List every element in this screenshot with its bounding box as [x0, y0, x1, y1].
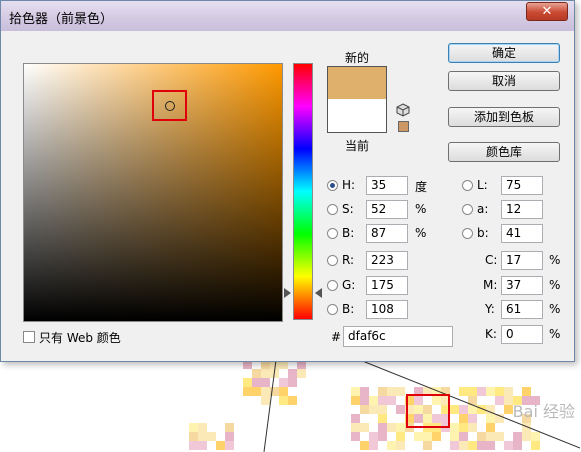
radio-lab-b[interactable] — [462, 228, 473, 239]
current-color-label: 当前 — [345, 139, 370, 153]
yellow-input[interactable]: 61 — [501, 300, 543, 319]
brightness-input[interactable]: 87 — [366, 224, 408, 243]
cyan-input[interactable]: 17 — [501, 251, 543, 270]
black-input[interactable]: 0 — [501, 325, 543, 344]
magenta-unit: % — [549, 278, 561, 292]
radio-blue[interactable] — [327, 304, 338, 315]
red-label: R: — [342, 253, 355, 267]
close-icon: ✕ — [541, 4, 553, 19]
slider-right-arrow-icon[interactable] — [315, 288, 322, 298]
red-input[interactable]: 223 — [366, 251, 408, 270]
radio-green[interactable] — [327, 280, 338, 291]
lab-b-input[interactable]: 41 — [501, 224, 543, 243]
magenta-input[interactable]: 37 — [501, 276, 543, 295]
ok-button[interactable]: 确定 — [448, 43, 560, 63]
out-of-gamut-cube-icon[interactable] — [396, 103, 410, 117]
web-only-label: 只有 Web 颜色 — [39, 331, 121, 345]
color-picker-dialog: 拾色器（前景色） ✕ 新的 当前 确定 取消 添加到色板 颜色库 H: 35 度… — [0, 0, 575, 362]
canvas-pixel — [225, 432, 234, 441]
add-to-swatches-button[interactable]: 添加到色板 — [448, 107, 560, 127]
blue-input[interactable]: 108 — [366, 300, 408, 319]
radio-lab-l[interactable] — [462, 180, 473, 191]
hue-input[interactable]: 35 — [366, 176, 408, 195]
close-button[interactable]: ✕ — [526, 2, 568, 21]
brightness-unit: % — [415, 226, 427, 240]
current-color-swatch[interactable] — [328, 99, 386, 132]
color-field[interactable] — [23, 63, 283, 322]
web-only-checkbox[interactable] — [23, 331, 35, 343]
radio-red[interactable] — [327, 255, 338, 266]
canvas-pixel — [198, 441, 207, 450]
black-unit: % — [549, 327, 561, 341]
canvas-pixel — [198, 432, 207, 441]
saturation-label: S: — [342, 202, 354, 216]
hue-slider[interactable] — [293, 63, 313, 320]
window-title: 拾色器（前景色） — [9, 12, 114, 27]
lab-l-label: L: — [477, 178, 488, 192]
color-picker-circle-icon[interactable] — [165, 101, 175, 111]
lab-a-label: a: — [477, 202, 489, 216]
canvas-pixel — [225, 441, 234, 450]
titlebar: 拾色器（前景色） ✕ — [1, 1, 574, 31]
radio-saturation[interactable] — [327, 204, 338, 215]
canvas-pixel — [189, 441, 198, 450]
cyan-label: C: — [485, 253, 498, 267]
hex-input[interactable]: dfaf6c — [343, 326, 453, 347]
canvas-pixel — [207, 432, 216, 441]
saturation-input[interactable]: 52 — [366, 200, 408, 219]
field-highlight-box — [152, 90, 187, 121]
color-compare-swatch — [327, 66, 387, 133]
canvas-pixel — [189, 432, 198, 441]
canvas-pixel — [225, 423, 234, 432]
canvas-pixel — [216, 441, 225, 450]
hue-unit: 度 — [415, 180, 428, 194]
saturation-unit: % — [415, 202, 427, 216]
websafe-color-swatch[interactable] — [398, 121, 409, 132]
yellow-unit: % — [549, 302, 561, 316]
radio-lab-a[interactable] — [462, 204, 473, 215]
color-libraries-button[interactable]: 颜色库 — [448, 142, 560, 162]
background-highlight-box — [406, 394, 450, 428]
lab-l-input[interactable]: 75 — [501, 176, 543, 195]
radio-hue[interactable] — [327, 180, 338, 191]
slider-left-arrow-icon[interactable] — [284, 288, 291, 298]
new-color-label: 新的 — [345, 51, 370, 65]
new-color-swatch — [328, 67, 386, 99]
hex-label: # — [331, 330, 342, 344]
lab-b-label: b: — [477, 226, 489, 240]
yellow-label: Y: — [485, 302, 495, 316]
cancel-button[interactable]: 取消 — [448, 71, 560, 91]
hue-label: H: — [342, 178, 356, 192]
radio-brightness[interactable] — [327, 228, 338, 239]
blue-label: B: — [342, 302, 355, 316]
brightness-label: B: — [342, 226, 355, 240]
black-label: K: — [485, 327, 497, 341]
canvas-pixel — [198, 423, 207, 432]
watermark-text: Bai 经验 — [512, 402, 575, 421]
green-label: G: — [342, 278, 356, 292]
magenta-label: M: — [483, 278, 498, 292]
dialog-body: 新的 当前 确定 取消 添加到色板 颜色库 H: 35 度 S: 52 % B:… — [9, 31, 568, 357]
canvas-pixel — [189, 423, 198, 432]
green-input[interactable]: 175 — [366, 276, 408, 295]
cyan-unit: % — [549, 253, 561, 267]
lab-a-input[interactable]: 12 — [501, 200, 543, 219]
